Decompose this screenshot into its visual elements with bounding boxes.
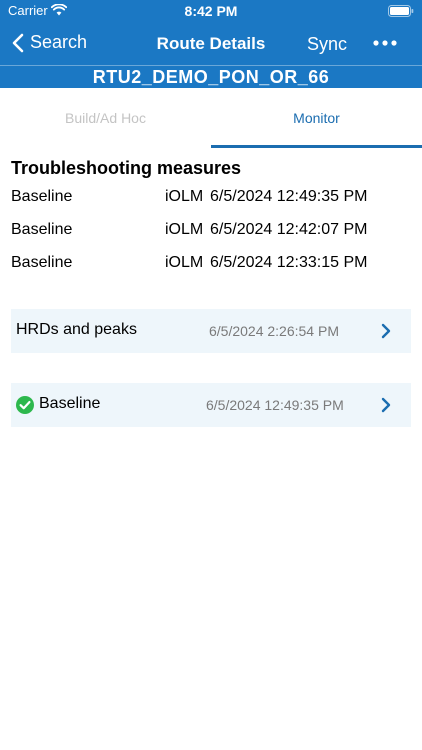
measure-type: iOLM — [165, 254, 204, 271]
measure-type: iOLM — [165, 188, 204, 205]
hrds-peaks-card[interactable]: HRDs and peaks 6/5/2024 2:26:54 PM — [11, 309, 411, 353]
baseline-card[interactable]: Baseline 6/5/2024 12:49:35 PM — [11, 383, 411, 427]
card-label: Baseline — [39, 395, 101, 412]
active-tab-indicator — [211, 145, 422, 148]
chevron-right-icon — [381, 323, 391, 339]
measure-date: 6/5/2024 12:49:35 PM — [210, 188, 368, 205]
battery-icon — [388, 5, 414, 17]
measure-name: Baseline — [11, 221, 73, 238]
measure-type: iOLM — [165, 221, 204, 238]
status-time: 8:42 PM — [184, 3, 238, 19]
more-icon[interactable] — [373, 40, 397, 46]
nav-bar: Search Route Details Sync — [0, 24, 422, 64]
card-label: HRDs and peaks — [16, 321, 137, 338]
measure-row[interactable]: Baseline iOLM 6/5/2024 12:33:15 PM — [11, 254, 411, 284]
sync-button[interactable]: Sync — [307, 34, 347, 55]
tab-bar: Build/Ad Hoc Monitor — [0, 88, 422, 148]
measure-row[interactable]: Baseline iOLM 6/5/2024 12:49:35 PM — [11, 188, 411, 218]
measure-date: 6/5/2024 12:33:15 PM — [210, 254, 368, 271]
card-date: 6/5/2024 2:26:54 PM — [209, 323, 339, 339]
card-date: 6/5/2024 12:49:35 PM — [206, 397, 344, 413]
tab-build-ad-hoc[interactable]: Build/Ad Hoc — [0, 88, 211, 148]
tab-monitor[interactable]: Monitor — [211, 88, 422, 148]
route-name: RTU2_DEMO_PON_OR_66 — [0, 65, 422, 89]
measure-date: 6/5/2024 12:42:07 PM — [210, 221, 368, 238]
troubleshooting-title: Troubleshooting measures — [11, 158, 242, 178]
status-bar: Carrier 8:42 PM — [0, 0, 422, 24]
measure-name: Baseline — [11, 188, 73, 205]
check-circle-icon — [16, 396, 34, 414]
header: Carrier 8:42 PM Search Route Details Syn… — [0, 0, 422, 88]
measure-name: Baseline — [11, 254, 73, 271]
measure-row[interactable]: Baseline iOLM 6/5/2024 12:42:07 PM — [11, 221, 411, 251]
nav-title: Route Details — [156, 34, 266, 53]
chevron-right-icon — [381, 397, 391, 413]
